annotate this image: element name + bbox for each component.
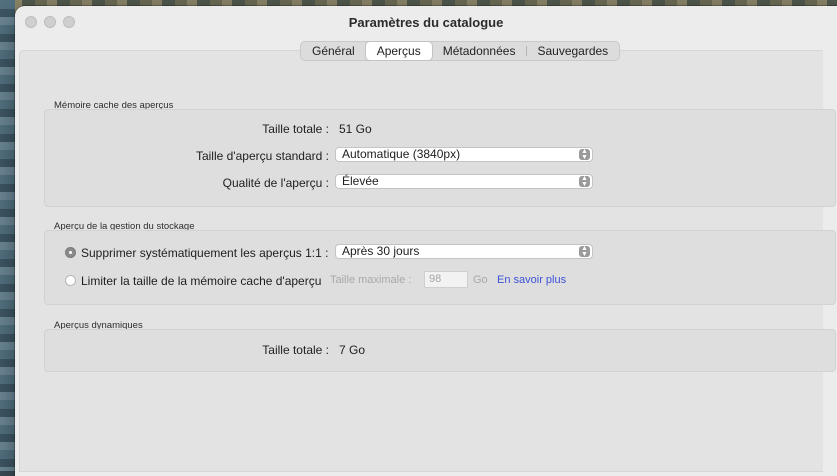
delete-after-value: Après 30 jours — [342, 244, 420, 258]
select-stepper-icon: ▲ ▼ — [579, 148, 590, 161]
tab-bar: Général Aperçus Métadonnées Sauvegardes — [300, 41, 621, 61]
delete-after-select[interactable]: Après 30 jours ▲ ▼ — [335, 244, 593, 259]
delete-previews-radio[interactable] — [65, 247, 76, 258]
title-bar: Paramètres du catalogue — [15, 6, 837, 38]
max-size-unit: Go — [473, 274, 488, 286]
cache-total-label: Taille totale : — [262, 122, 329, 136]
delete-previews-label: Supprimer systématiquement les aperçus 1… — [81, 246, 329, 260]
limit-cache-label: Limiter la taille de la mémoire cache d'… — [81, 274, 322, 288]
learn-more-link[interactable]: En savoir plus — [497, 274, 566, 286]
cache-total-value: 51 Go — [339, 122, 372, 136]
tab-general[interactable]: Général — [301, 42, 366, 60]
dynamic-total-label: Taille totale : — [262, 343, 329, 357]
standard-size-select[interactable]: Automatique (3840px) ▲ ▼ — [335, 147, 593, 162]
dynamic-total-value: 7 Go — [339, 343, 366, 357]
select-stepper-icon: ▲ ▼ — [579, 245, 590, 258]
tab-backups[interactable]: Sauvegardes — [526, 42, 619, 60]
tab-metadata[interactable]: Métadonnées — [432, 42, 527, 60]
storage-group — [44, 230, 836, 305]
standard-size-label: Taille d'aperçu standard : — [195, 149, 329, 163]
quality-select[interactable]: Élevée ▲ ▼ — [335, 174, 593, 189]
max-size-label: Taille maximale : — [330, 274, 412, 286]
tab-previews[interactable]: Aperçus — [365, 42, 432, 60]
max-size-input[interactable]: 98 — [424, 271, 468, 288]
quality-label: Qualité de l'aperçu : — [222, 176, 329, 190]
quality-value: Élevée — [342, 174, 379, 188]
select-stepper-icon: ▲ ▼ — [579, 175, 590, 188]
desktop-background-left — [0, 0, 15, 471]
window-title: Paramètres du catalogue — [348, 15, 504, 30]
standard-size-value: Automatique (3840px) — [342, 147, 461, 161]
limit-cache-radio[interactable] — [65, 275, 76, 286]
